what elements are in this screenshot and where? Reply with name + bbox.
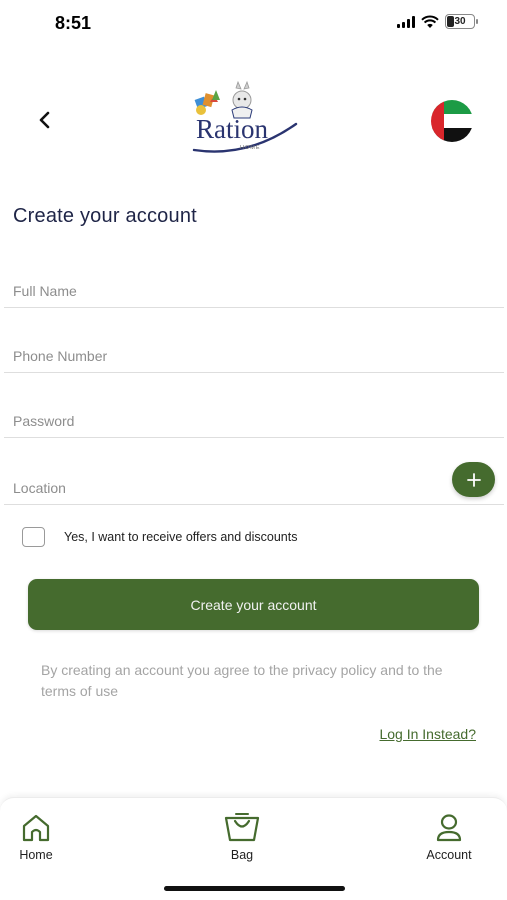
password-input[interactable] (13, 413, 433, 429)
full-name-input[interactable] (13, 283, 433, 299)
bottom-navigation-bar: Home Bag Account (0, 797, 507, 900)
offers-checkbox[interactable] (22, 527, 45, 547)
header: Ration HOME (0, 78, 507, 158)
ration-logo: Ration HOME (188, 80, 304, 158)
full-name-field (4, 268, 504, 308)
battery-level: 30 (454, 16, 466, 27)
nav-tab-account[interactable]: Account (423, 812, 475, 862)
log-in-instead-link[interactable]: Log In Instead? (379, 726, 476, 742)
nav-label-account: Account (426, 848, 472, 862)
create-account-button-label: Create your account (190, 596, 317, 613)
battery-icon: 30 (445, 14, 478, 29)
home-icon (22, 814, 50, 842)
uae-flag-language-selector[interactable] (431, 100, 473, 142)
back-button[interactable] (30, 106, 58, 134)
offers-checkbox-label: Yes, I want to receive offers and discou… (64, 530, 298, 544)
password-field (4, 398, 504, 438)
nav-label-home: Home (19, 848, 53, 862)
nav-tab-bag[interactable]: Bag (222, 812, 262, 862)
account-icon (436, 814, 462, 842)
location-field (4, 465, 504, 505)
phone-number-input[interactable] (13, 348, 433, 364)
page-title: Create your account (13, 205, 197, 227)
home-indicator (164, 886, 345, 891)
wifi-icon (421, 15, 439, 28)
uae-flag-icon (431, 100, 473, 142)
status-icons: 30 (397, 14, 478, 29)
phone-number-field (4, 333, 504, 373)
add-location-button[interactable] (452, 462, 495, 497)
nav-tab-home[interactable]: Home (18, 812, 54, 862)
offers-opt-in-row[interactable]: Yes, I want to receive offers and discou… (22, 527, 297, 547)
status-time: 8:51 (55, 13, 92, 33)
logo-brand-name: Ration (196, 114, 268, 144)
nav-label-bag: Bag (230, 848, 254, 862)
status-bar: 8:51 30 (0, 0, 507, 46)
logo-brand-sub: HOME (240, 145, 261, 151)
location-input[interactable] (13, 480, 433, 496)
terms-agreement-text: By creating an account you agree to the … (41, 662, 443, 699)
bag-icon (224, 813, 260, 842)
create-account-button[interactable]: Create your account (28, 579, 479, 630)
chevron-left-icon (39, 111, 50, 129)
cellular-signal-icon (397, 15, 415, 28)
plus-icon (466, 472, 481, 487)
